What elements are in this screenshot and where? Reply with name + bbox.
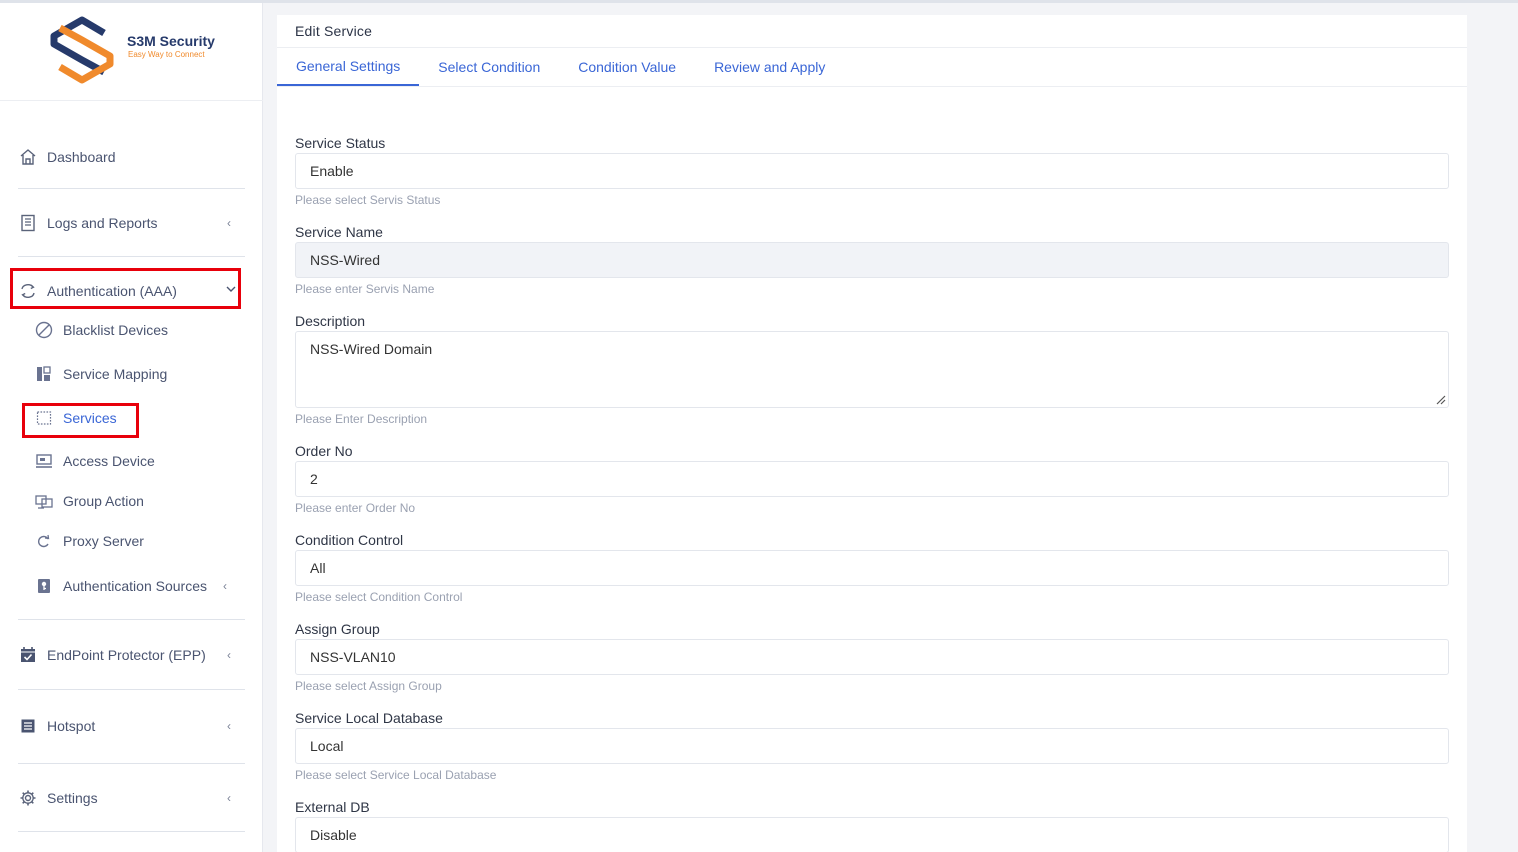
sidebar-item-label: Access Device (63, 453, 155, 469)
brand-logo[interactable]: S3M Security Easy Way to Connect (0, 3, 263, 101)
ban-icon (35, 321, 53, 339)
description-textarea[interactable]: NSS-Wired Domain (295, 331, 1449, 408)
chevron-left-icon: ‹ (227, 791, 231, 805)
external-db-select[interactable]: Disable (295, 817, 1449, 852)
sidebar-item-label: Service Mapping (63, 366, 168, 382)
edit-service-card: Edit Service General Settings Select Con… (277, 15, 1467, 852)
page-title: Edit Service (295, 23, 373, 39)
wizard-tabs: General Settings Select Condition Condit… (277, 48, 844, 86)
sidebar-item-logs-reports[interactable]: Logs and Reports ‹ (18, 203, 245, 243)
report-icon (18, 213, 38, 233)
sidebar-item-hotspot[interactable]: Hotspot ‹ (18, 706, 245, 746)
condition-control-select[interactable]: All (295, 550, 1449, 586)
sidebar-item-label: Blacklist Devices (63, 322, 169, 338)
sidebar-subitem-authentication-sources[interactable]: Authentication Sources ‹ (35, 571, 245, 601)
sidebar-subitem-group-action[interactable]: Group Action (35, 486, 144, 516)
sidebar-divider (18, 188, 245, 189)
service-local-database-select[interactable]: Local (295, 728, 1449, 764)
field-label: External DB (295, 799, 370, 815)
gear-icon (18, 788, 38, 808)
sidebar-subitem-access-device[interactable]: Access Device (35, 446, 155, 476)
highlight-box-services (22, 403, 139, 438)
condition-control-field: Condition Control All Please select Cond… (295, 531, 1449, 604)
sidebar-subitem-blacklist-devices[interactable]: Blacklist Devices (35, 315, 168, 345)
sidebar-item-endpoint-protector[interactable]: EndPoint Protector (EPP) ‹ (18, 635, 245, 675)
field-label: Order No (295, 443, 353, 459)
sidebar-item-label: Proxy Server (63, 533, 144, 549)
tab-general-settings[interactable]: General Settings (277, 48, 420, 86)
description-field: Description NSS-Wired Domain Please Ente… (295, 312, 1449, 426)
chevron-left-icon: ‹ (227, 648, 231, 662)
sidebar-item-label: Logs and Reports (47, 215, 158, 231)
sidebar-subitem-service-mapping[interactable]: Service Mapping (35, 359, 167, 389)
service-status-field: Service Status Enable Please select Serv… (295, 134, 1449, 207)
field-label: Assign Group (295, 621, 380, 637)
external-db-field: External DB Disable (295, 798, 1449, 852)
field-label: Service Local Database (295, 710, 443, 726)
tabs-divider (277, 86, 1467, 87)
sidebar-subitem-proxy-server[interactable]: Proxy Server (35, 526, 144, 556)
redo-icon (35, 532, 53, 550)
sidebar-item-label: Dashboard (47, 149, 116, 165)
field-hint: Please select Assign Group (295, 679, 442, 693)
service-status-select[interactable]: Enable (295, 153, 1449, 189)
sidebar-divider (18, 763, 245, 764)
group-icon (35, 492, 53, 510)
field-hint: Please enter Order No (295, 501, 416, 515)
field-label: Description (295, 313, 366, 329)
resize-grip-icon[interactable] (1434, 393, 1446, 405)
assign-group-field: Assign Group NSS-VLAN10 Please select As… (295, 620, 1449, 693)
order-no-input[interactable]: 2 (295, 461, 1449, 497)
sidebar-item-label: Authentication Sources (63, 578, 207, 594)
mapping-icon (35, 365, 53, 383)
tab-condition-value[interactable]: Condition Value (559, 48, 695, 86)
home-icon (18, 147, 38, 167)
sidebar-item-label: Group Action (63, 493, 144, 509)
field-label: Service Status (295, 135, 386, 151)
chevron-left-icon: ‹ (227, 216, 231, 230)
field-label: Condition Control (295, 532, 404, 548)
list-icon (18, 716, 38, 736)
service-name-field: Service Name NSS-Wired Please enter Serv… (295, 223, 1449, 296)
calendar-check-icon (18, 645, 38, 665)
sidebar-item-dashboard[interactable]: Dashboard (18, 137, 245, 177)
chevron-left-icon: ‹ (223, 579, 227, 593)
tab-review-and-apply[interactable]: Review and Apply (695, 48, 844, 86)
service-local-database-field: Service Local Database Local Please sele… (295, 709, 1449, 782)
chevron-left-icon: ‹ (227, 719, 231, 733)
s3m-logo-icon (50, 16, 114, 84)
order-no-field: Order No 2 Please enter Order No (295, 442, 1449, 515)
sidebar-divider (18, 619, 245, 620)
field-hint: Please select Service Local Database (295, 768, 497, 782)
assign-group-select[interactable]: NSS-VLAN10 (295, 639, 1449, 675)
field-label: Service Name (295, 224, 383, 240)
sidebar-divider (18, 256, 245, 257)
device-icon (35, 452, 53, 470)
field-hint: Please select Condition Control (295, 590, 463, 604)
sidebar-item-label: Hotspot (47, 718, 96, 734)
description-text: NSS-Wired Domain (310, 341, 433, 357)
highlight-box-authentication (10, 268, 241, 309)
sidebar-item-label: Settings (47, 790, 98, 806)
sidebar: S3M Security Easy Way to Connect Dashboa… (0, 3, 263, 852)
sidebar-item-settings[interactable]: Settings ‹ (18, 778, 245, 818)
field-hint: Please Enter Description (295, 412, 428, 426)
key-icon (35, 577, 53, 595)
service-name-input[interactable]: NSS-Wired (295, 242, 1449, 278)
brand-tagline: Easy Way to Connect (128, 50, 205, 59)
sidebar-item-label: EndPoint Protector (EPP) (47, 647, 206, 663)
field-hint: Please enter Servis Name (295, 282, 435, 296)
brand-name: S3M Security (127, 33, 215, 49)
field-hint: Please select Servis Status (295, 193, 441, 207)
sidebar-divider (18, 689, 245, 690)
tab-select-condition[interactable]: Select Condition (419, 48, 559, 86)
sidebar-divider (18, 831, 245, 832)
